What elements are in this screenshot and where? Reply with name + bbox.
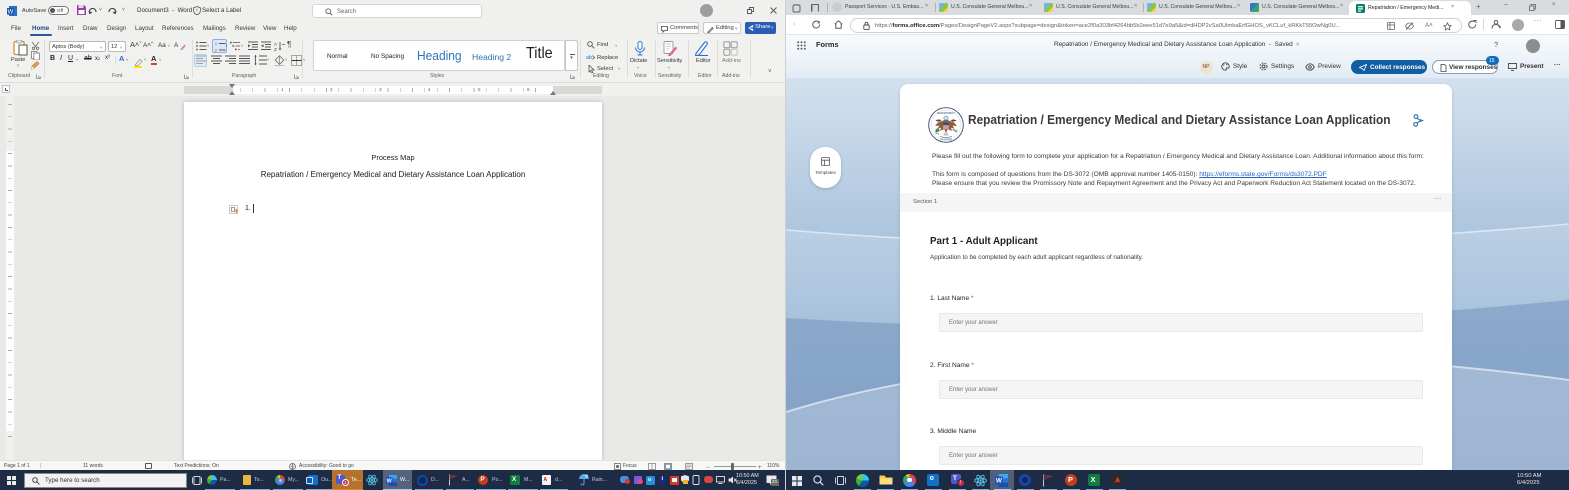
svg-text:1: 1 (215, 42, 217, 46)
svg-text:2: 2 (215, 48, 217, 52)
svg-text:W: W (8, 10, 14, 16)
svg-text:OF STATE: OF STATE (940, 137, 953, 141)
svg-text:DEPARTMENT: DEPARTMENT (937, 111, 955, 115)
svg-text:Z: Z (274, 47, 277, 51)
svg-text:A: A (274, 42, 278, 47)
svg-text:W: W (996, 477, 1003, 484)
svg-text:ab: ab (586, 55, 592, 61)
svg-text:!: ! (196, 8, 197, 14)
